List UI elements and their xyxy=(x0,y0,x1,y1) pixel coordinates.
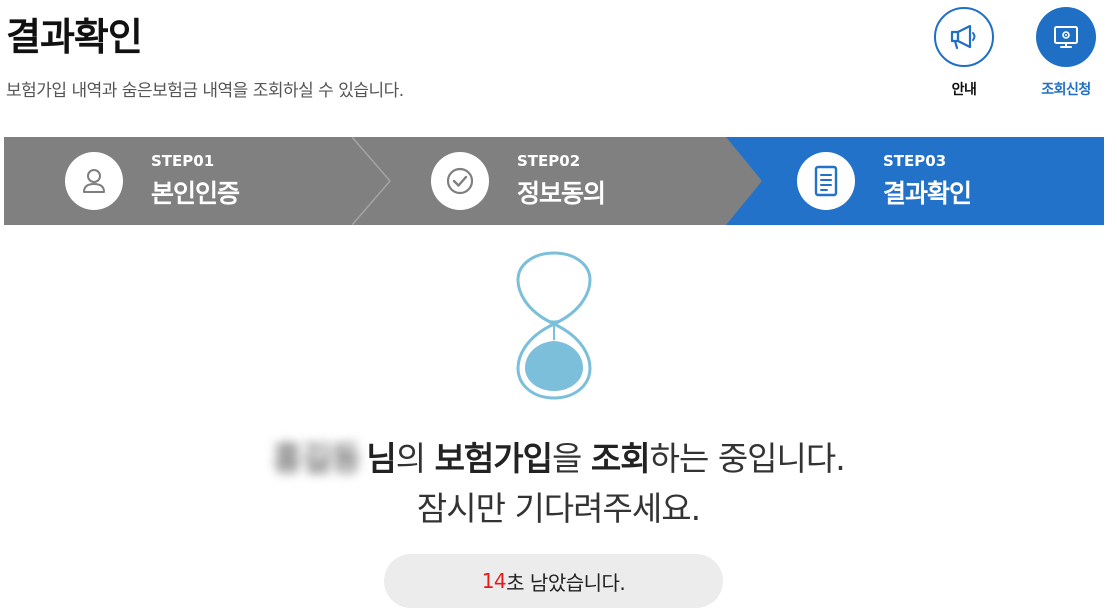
megaphone-icon xyxy=(950,24,976,50)
inquiry-request-button[interactable]: 조회신청 xyxy=(1016,7,1116,99)
wait-message: 잠시만 기다려주세요. xyxy=(416,489,701,528)
step-name: 결과확인 xyxy=(883,179,972,208)
step-information-consent: STEP02 정보동의 xyxy=(431,137,606,225)
message-fragment: 님 xyxy=(366,439,396,478)
page-subtitle: 보험가입 내역과 숨은보험금 내역을 조회하실 수 있습니다. xyxy=(6,81,404,101)
countdown-timer: 14 초 남았습니다. xyxy=(384,554,723,608)
info-button[interactable]: 안내 xyxy=(914,7,1014,99)
step-identity-verification: STEP01 본인인증 xyxy=(65,137,240,225)
monitor-settings-icon xyxy=(1054,26,1078,48)
status-message: 홍길동 님의 보험가입을 조회하는 중입니다. xyxy=(0,432,1117,480)
step-icon-circle xyxy=(797,152,855,210)
step-number: STEP03 xyxy=(883,152,947,170)
inquiry-request-circle xyxy=(1036,7,1096,67)
step-result-check: STEP03 결과확인 xyxy=(797,137,972,225)
message-fragment: 조회 xyxy=(590,439,651,478)
info-label: 안내 xyxy=(951,82,977,98)
info-circle xyxy=(934,7,994,67)
inquiry-request-label: 조회신청 xyxy=(1041,82,1091,98)
user-name-blurred: 홍길동 xyxy=(272,439,361,478)
step-name: 정보동의 xyxy=(517,179,606,208)
check-circle-icon xyxy=(446,167,474,195)
message-fragment: 하는 중입니다. xyxy=(649,439,846,478)
document-icon xyxy=(814,165,838,197)
step-divider-chevron xyxy=(352,137,391,225)
hourglass-icon xyxy=(516,251,592,400)
countdown-seconds: 14 xyxy=(481,569,507,593)
step-icon-circle xyxy=(431,152,489,210)
message-fragment: 보험가입 xyxy=(434,439,553,478)
page-title: 결과확인 xyxy=(6,15,143,59)
step-name: 본인인증 xyxy=(151,179,240,208)
person-icon xyxy=(83,169,105,193)
message-fragment: 의 xyxy=(395,439,435,478)
step-number: STEP01 xyxy=(151,152,215,170)
countdown-suffix: 초 남았습니다. xyxy=(506,570,626,595)
step-icon-circle xyxy=(65,152,123,210)
step-progress-bar: STEP01 본인인증 STEP02 정보동의 STEP03 결과확인 xyxy=(4,137,1104,225)
message-fragment: 을 xyxy=(552,439,591,478)
step-number: STEP02 xyxy=(517,152,581,170)
